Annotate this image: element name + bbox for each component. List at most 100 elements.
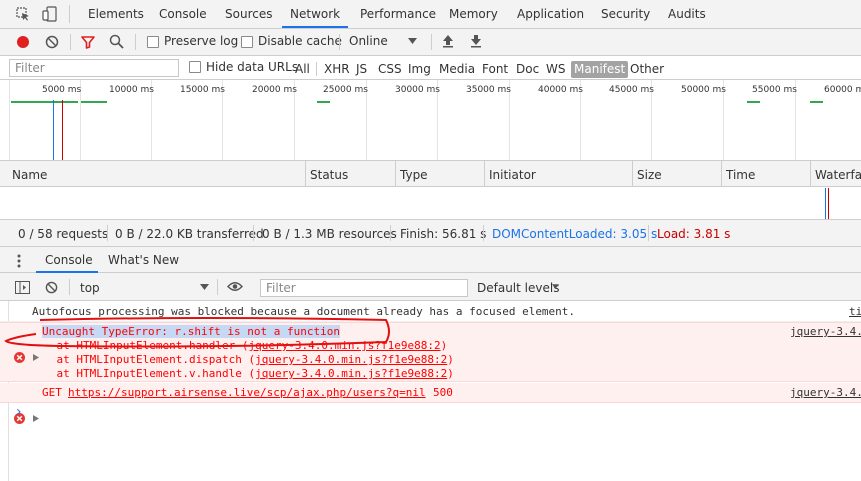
chevron-down-icon[interactable]: [552, 284, 559, 290]
type-filter-doc[interactable]: Doc: [516, 61, 539, 78]
stack-frame-text: at HTMLInputElement.dispatch (: [30, 353, 256, 366]
console-filter-input[interactable]: Filter: [260, 279, 468, 297]
timeline-request-bar: [810, 101, 823, 103]
console-input-area[interactable]: [30, 405, 850, 421]
drawer-tab-whats-new[interactable]: What's New: [108, 253, 179, 267]
context-select[interactable]: top: [80, 281, 100, 295]
summary-requests: 0 / 58 requests: [18, 227, 109, 241]
timeline-tick: 40000 ms: [538, 85, 583, 95]
tab-memory[interactable]: Memory: [449, 0, 498, 28]
throttling-select[interactable]: Online: [349, 34, 388, 48]
type-filter-other[interactable]: Other: [630, 61, 664, 78]
summary-dom-content-loaded: DOMContentLoaded: 3.05 s: [492, 227, 658, 241]
type-filter-js[interactable]: JS: [356, 61, 367, 78]
summary-divider: [648, 225, 649, 241]
type-filter-divider: [316, 62, 317, 76]
type-filter-all[interactable]: All: [295, 61, 310, 78]
type-filter-xhr[interactable]: XHR: [324, 61, 350, 78]
clear-console-icon[interactable]: [45, 281, 58, 294]
timeline-tick: 10000 ms: [109, 85, 154, 95]
toolbar-divider: [69, 279, 70, 295]
timeline-request-bar: [81, 101, 107, 103]
tab-security[interactable]: Security: [601, 0, 650, 28]
toolbar-divider: [431, 34, 432, 50]
devtools-tab-bar: Elements Console Sources Network Perform…: [0, 0, 861, 29]
stack-frame-suffix: ): [447, 353, 454, 366]
export-har-icon[interactable]: [470, 34, 482, 48]
filter-icon[interactable]: [81, 35, 95, 49]
console-message-source[interactable]: ti: [849, 305, 861, 318]
tab-console[interactable]: Console: [159, 0, 207, 28]
summary-transferred: 0 B / 22.0 KB transferred: [115, 227, 264, 241]
record-icon[interactable]: [16, 35, 30, 49]
toolbar-divider: [339, 34, 340, 50]
stack-frame: at HTMLInputElement.dispatch (jquery-3.4…: [30, 353, 454, 366]
console-prompt[interactable]: ›: [16, 404, 22, 420]
device-toolbar-icon[interactable]: [42, 6, 58, 22]
toolbar-divider: [135, 34, 136, 50]
dom-content-loaded-marker: [53, 100, 54, 160]
hide-data-urls-checkbox[interactable]: [189, 61, 201, 73]
tab-elements[interactable]: Elements: [88, 0, 144, 28]
type-filter-font[interactable]: Font: [482, 61, 508, 78]
timeline-tick: 15000 ms: [180, 85, 225, 95]
summary-finish: Finish: 56.81 s: [400, 227, 487, 241]
summary-divider: [253, 225, 254, 241]
tab-audits[interactable]: Audits: [668, 0, 706, 28]
column-header-waterfall[interactable]: Waterfall: [815, 166, 861, 186]
search-icon[interactable]: [109, 34, 124, 49]
tab-performance[interactable]: Performance: [360, 0, 436, 28]
clear-icon[interactable]: [45, 35, 59, 49]
request-url-link[interactable]: https://support.airsense.live/scp/ajax.p…: [68, 386, 426, 399]
load-marker: [62, 100, 63, 160]
chevron-down-icon[interactable]: [200, 284, 209, 291]
type-filter-media[interactable]: Media: [439, 61, 475, 78]
summary-load: Load: 3.81 s: [657, 227, 731, 241]
network-filter-input[interactable]: Filter: [9, 59, 179, 77]
timeline-tick: 30000 ms: [395, 85, 440, 95]
preserve-log-checkbox[interactable]: [147, 36, 159, 48]
tab-network[interactable]: Network: [281, 0, 349, 28]
tab-application[interactable]: Application: [517, 0, 584, 28]
column-header-name[interactable]: Name: [12, 166, 47, 186]
error-source-link[interactable]: jquery-3.4.: [790, 386, 861, 399]
stack-frame-text: at HTMLInputElement.v.handle (: [30, 367, 256, 380]
tab-sources[interactable]: Sources: [225, 0, 272, 28]
timeline-gridline: [9, 80, 10, 160]
stack-frame-link[interactable]: jquery-3.4.0.min.js?f1e9e88:2: [255, 353, 447, 366]
log-levels-select[interactable]: Default levels: [477, 281, 559, 295]
type-filter-manifest[interactable]: Manifest: [571, 61, 629, 78]
disable-cache-checkbox[interactable]: [241, 36, 253, 48]
type-filter-ws[interactable]: WS: [546, 61, 565, 78]
request-status: 500: [433, 386, 453, 399]
stack-frame-suffix: ): [440, 339, 448, 352]
timeline-tick: 35000 ms: [466, 85, 511, 95]
summary-divider: [390, 225, 391, 241]
drawer-tab-console[interactable]: Console: [45, 253, 93, 267]
column-header-status[interactable]: Status: [310, 166, 348, 186]
import-har-icon[interactable]: [442, 34, 454, 48]
timeline-tick: 5000 ms: [42, 85, 82, 95]
column-header-size[interactable]: Size: [637, 166, 662, 186]
type-filter-css[interactable]: CSS: [378, 61, 402, 78]
eye-icon[interactable]: [227, 281, 243, 292]
stack-frame: at HTMLInputElement.v.handle (jquery-3.4…: [30, 367, 454, 380]
error-source-link[interactable]: jquery-3.4.: [790, 325, 861, 338]
type-filter-img[interactable]: Img: [408, 61, 431, 78]
network-toolbar: Preserve log Disable cache Online: [0, 29, 861, 56]
stack-frame-link[interactable]: jquery-3.4.0.min.js?f1e9e88:2: [255, 367, 447, 380]
drawer-menu-icon[interactable]: [17, 254, 21, 268]
column-header-type[interactable]: Type: [400, 166, 428, 186]
toolbar-divider: [70, 34, 71, 50]
column-header-initiator[interactable]: Initiator: [489, 166, 536, 186]
toolbar-divider: [69, 5, 70, 23]
inspect-element-icon[interactable]: [16, 7, 30, 21]
chevron-down-icon[interactable]: [408, 38, 417, 45]
stack-frame-suffix: ): [447, 367, 454, 380]
timeline-request-bar: [747, 101, 760, 103]
console-sidebar-icon[interactable]: [15, 281, 30, 294]
preserve-log-label: Preserve log: [164, 34, 239, 48]
column-header-time[interactable]: Time: [726, 166, 755, 186]
requests-table-body: [0, 187, 861, 219]
annotation-highlight-loop: [4, 317, 390, 348]
